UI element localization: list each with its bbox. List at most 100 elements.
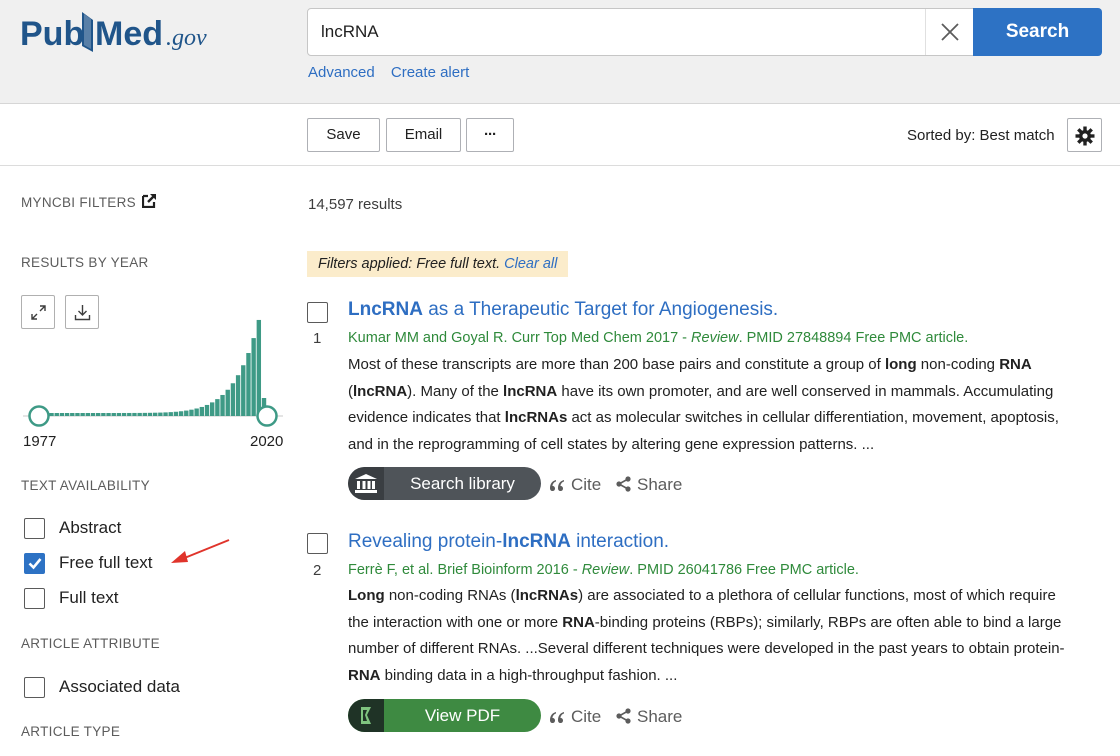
gear-icon xyxy=(1075,126,1095,146)
view-pdf-label: View PDF xyxy=(424,706,501,725)
search-box xyxy=(307,8,974,56)
cite-button[interactable]: Cite xyxy=(549,707,601,727)
pill-icon-bg xyxy=(348,699,384,732)
results-count: 14,597 results xyxy=(308,196,403,213)
histogram-bar xyxy=(246,353,251,416)
external-link-icon[interactable] xyxy=(142,193,157,208)
share-label: Share xyxy=(637,707,683,726)
abstract-checkbox[interactable] xyxy=(24,518,45,539)
cite-label: Cite xyxy=(571,707,602,726)
histogram-bar xyxy=(215,399,220,416)
histogram-bar xyxy=(220,394,225,416)
share-label: Share xyxy=(637,475,683,494)
save-button[interactable]: Save xyxy=(307,118,380,152)
filter-label: Full text xyxy=(59,588,119,607)
histogram-bar xyxy=(168,412,173,416)
svg-text:Med: Med xyxy=(95,15,163,53)
histogram-bar xyxy=(106,413,111,416)
year-end-handle[interactable] xyxy=(256,405,278,427)
histogram-bar xyxy=(54,413,59,416)
histogram-bar xyxy=(178,411,184,416)
quote-icon xyxy=(550,480,564,491)
advanced-search-link[interactable]: Advanced xyxy=(308,64,375,81)
filter-label: Abstract xyxy=(59,518,122,537)
histogram-bar xyxy=(158,412,163,416)
citation-authors: Kumar MM and Goyal R. Curr Top Med Chem … xyxy=(348,330,692,346)
search-sub-links: Advanced Create alert xyxy=(308,64,481,81)
result-2-title[interactable]: Revealing protein-lncRNA interaction. xyxy=(348,531,669,553)
filters-applied-text: Filters applied: Free full text. xyxy=(318,256,501,272)
search-library-label: Search library xyxy=(410,474,515,493)
histogram-bar xyxy=(70,413,75,416)
citation-pmid: . PMID 26041786 Free PMC article. xyxy=(629,562,859,578)
myncbi-filters-link[interactable]: MYNCBI FILTERS xyxy=(21,195,136,210)
histogram-bar xyxy=(49,413,54,416)
histogram-bar xyxy=(121,412,127,416)
histogram-bar xyxy=(137,412,142,416)
result-2-citation: Ferrè F, et al. Brief Bioinform 2016 - R… xyxy=(348,562,859,578)
search-library-button[interactable]: Search library xyxy=(348,467,541,500)
result-1-checkbox[interactable] xyxy=(307,302,328,323)
clear-search-button[interactable] xyxy=(925,9,973,55)
search-button[interactable]: Search xyxy=(973,8,1102,56)
results-by-year-histogram[interactable] xyxy=(21,290,287,430)
histogram-bar xyxy=(251,338,256,416)
histogram-bar xyxy=(189,409,194,416)
free-full-text-checkbox[interactable] xyxy=(24,553,45,574)
result-2-checkbox[interactable] xyxy=(307,533,328,554)
histogram-bar xyxy=(194,408,199,416)
citation-type: Review xyxy=(691,330,739,346)
histogram-bar xyxy=(96,413,101,416)
citation-type: Review xyxy=(581,562,630,578)
clear-all-link[interactable]: Clear all xyxy=(504,256,557,272)
filters-applied-banner: Filters applied: Free full text. Clear a… xyxy=(307,251,569,277)
share-icon xyxy=(616,476,631,492)
cite-button[interactable]: Cite xyxy=(549,475,601,495)
histogram-bar xyxy=(75,413,80,416)
title-text: interaction. xyxy=(570,531,670,552)
histogram-bar xyxy=(235,375,241,416)
share-button[interactable]: Share xyxy=(616,707,682,727)
histogram-bar xyxy=(132,412,137,416)
pdf-icon xyxy=(361,707,371,724)
histogram-bar xyxy=(204,404,210,416)
header: Pub Med .gov Search Advanced Create aler… xyxy=(0,0,1120,104)
histogram-bar xyxy=(230,383,236,416)
year-start-label: 1977 xyxy=(23,433,57,450)
citation-pmid: . PMID 27848894 Free PMC article. xyxy=(738,330,969,346)
result-number: 2 xyxy=(313,562,322,579)
year-start-handle[interactable] xyxy=(28,405,50,427)
checkmark-icon xyxy=(28,558,42,570)
associated-data-checkbox[interactable] xyxy=(24,677,45,698)
share-button[interactable]: Share xyxy=(616,475,682,495)
more-actions-button[interactable]: ··· xyxy=(466,118,514,152)
cite-label: Cite xyxy=(571,475,602,494)
histogram-bar xyxy=(147,412,153,416)
histogram-bar xyxy=(90,413,96,416)
view-pdf-button[interactable]: View PDF xyxy=(348,699,541,732)
filter-label: Free full text xyxy=(59,553,153,572)
title-highlight: LncRNA xyxy=(348,299,423,320)
create-alert-link[interactable]: Create alert xyxy=(391,64,469,81)
pubmed-logo[interactable]: Pub Med .gov xyxy=(20,6,230,62)
full-text-checkbox[interactable] xyxy=(24,588,45,609)
histogram-bar xyxy=(127,412,132,416)
display-options-button[interactable] xyxy=(1067,118,1102,152)
article-attribute-heading: ARTICLE ATTRIBUTE xyxy=(21,636,160,651)
pill-icon-bg xyxy=(348,467,384,500)
result-1-title[interactable]: LncRNA as a Therapeutic Target for Angio… xyxy=(348,299,778,321)
histogram-bar xyxy=(199,406,205,416)
results-toolbar: Save Email ··· Sorted by: Best match xyxy=(0,105,1120,166)
year-end-label: 2020 xyxy=(250,433,284,450)
result-number: 1 xyxy=(313,330,322,347)
article-type-heading: ARTICLE TYPE xyxy=(21,724,121,739)
histogram-bar xyxy=(101,413,106,416)
histogram-bar xyxy=(163,412,168,416)
citation-authors: Ferrè F, et al. Brief Bioinform 2016 - xyxy=(348,562,582,578)
email-button[interactable]: Email xyxy=(386,118,461,152)
result-1-citation: Kumar MM and Goyal R. Curr Top Med Chem … xyxy=(348,330,968,346)
search-input[interactable] xyxy=(308,9,924,55)
share-icon xyxy=(616,708,631,724)
sort-label[interactable]: Sorted by: Best match xyxy=(907,127,1055,144)
histogram-bar xyxy=(85,413,91,416)
